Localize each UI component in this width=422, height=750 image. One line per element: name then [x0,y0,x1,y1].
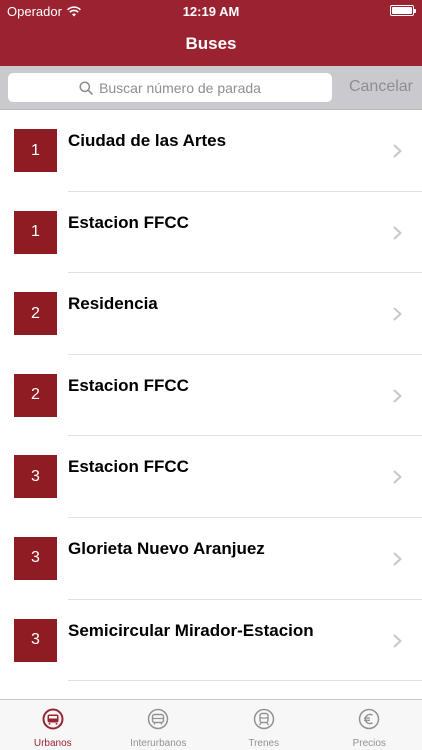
chevron-right-icon [393,552,402,566]
route-name: Estacion FFCC [68,375,189,395]
route-name: Residencia [68,294,158,314]
tab-bar: Urbanos Interurbanos Trenes Precios [0,699,422,750]
route-name: Semicircular Mirador-Estacion [68,620,314,640]
cancel-button[interactable]: Cancelar [349,78,413,96]
route-row[interactable]: 1 Estacion FFCC [0,191,422,274]
tab-precios[interactable]: Precios [317,700,422,750]
intercity-bus-icon [148,708,169,730]
route-list: 1 Ciudad de las Artes 1 Estacion FFCC 2 Resid… [0,110,422,682]
route-name: Ciudad de las Artes [68,131,227,150]
tab-label: Precios [352,738,386,749]
chevron-right-icon [393,307,402,321]
chevron-right-icon [393,144,402,158]
navigation-bar: Operador 12:19 AM Buses [0,0,422,66]
route-row[interactable]: 2 Estacion FFCC [0,354,422,437]
tab-urbanos[interactable]: Urbanos [0,700,106,750]
tab-label: Trenes [248,738,280,749]
euro-icon [359,708,380,730]
status-time: 12:19 AM [182,4,240,19]
row-separator [68,680,422,682]
chevron-right-icon [393,389,402,403]
route-row[interactable]: 2 Residencia [0,273,422,355]
route-name: Estacion FFCC [68,212,189,232]
route-row[interactable]: 1 Ciudad de las Artes [0,110,422,192]
search-placeholder: Buscar número de parada [99,79,261,96]
app-screen: Operador 12:19 AM Buses Buscar número de… [0,0,422,750]
search-bar: Buscar número de parada Cancelar [0,66,422,110]
train-icon [253,708,274,730]
chevron-right-icon [393,634,402,648]
line-number-badge: 3 [14,618,57,662]
line-number-badge: 3 [14,536,57,580]
search-input[interactable]: Buscar número de parada [8,73,332,102]
tab-label: Interurbanos [130,738,187,749]
battery-icon [390,5,416,16]
route-row[interactable]: 3 Estacion FFCC [0,436,422,518]
line-number-badge: 2 [14,373,57,417]
line-number-badge: 3 [14,455,57,499]
search-icon [79,80,93,95]
route-name: Estacion FFCC [68,457,189,477]
page-title: Buses [185,34,237,53]
chevron-right-icon [393,226,402,240]
chevron-right-icon [393,470,402,484]
tab-label: Urbanos [33,738,72,749]
route-name: Glorieta Nuevo Aranjuez [68,538,265,558]
bus-icon [42,708,64,730]
tab-trenes[interactable]: Trenes [211,700,317,750]
line-number-badge: 1 [14,210,57,254]
line-number-badge: 2 [14,292,57,336]
tab-interurbanos[interactable]: Interurbanos [106,700,212,750]
route-row[interactable]: 3 Glorieta Nuevo Aranjuez [0,517,422,600]
line-number-badge: 1 [14,129,57,172]
route-row[interactable]: 3 Semicircular Mirador-Estacion [0,599,422,682]
status-bar: Operador 12:19 AM [0,0,422,22]
